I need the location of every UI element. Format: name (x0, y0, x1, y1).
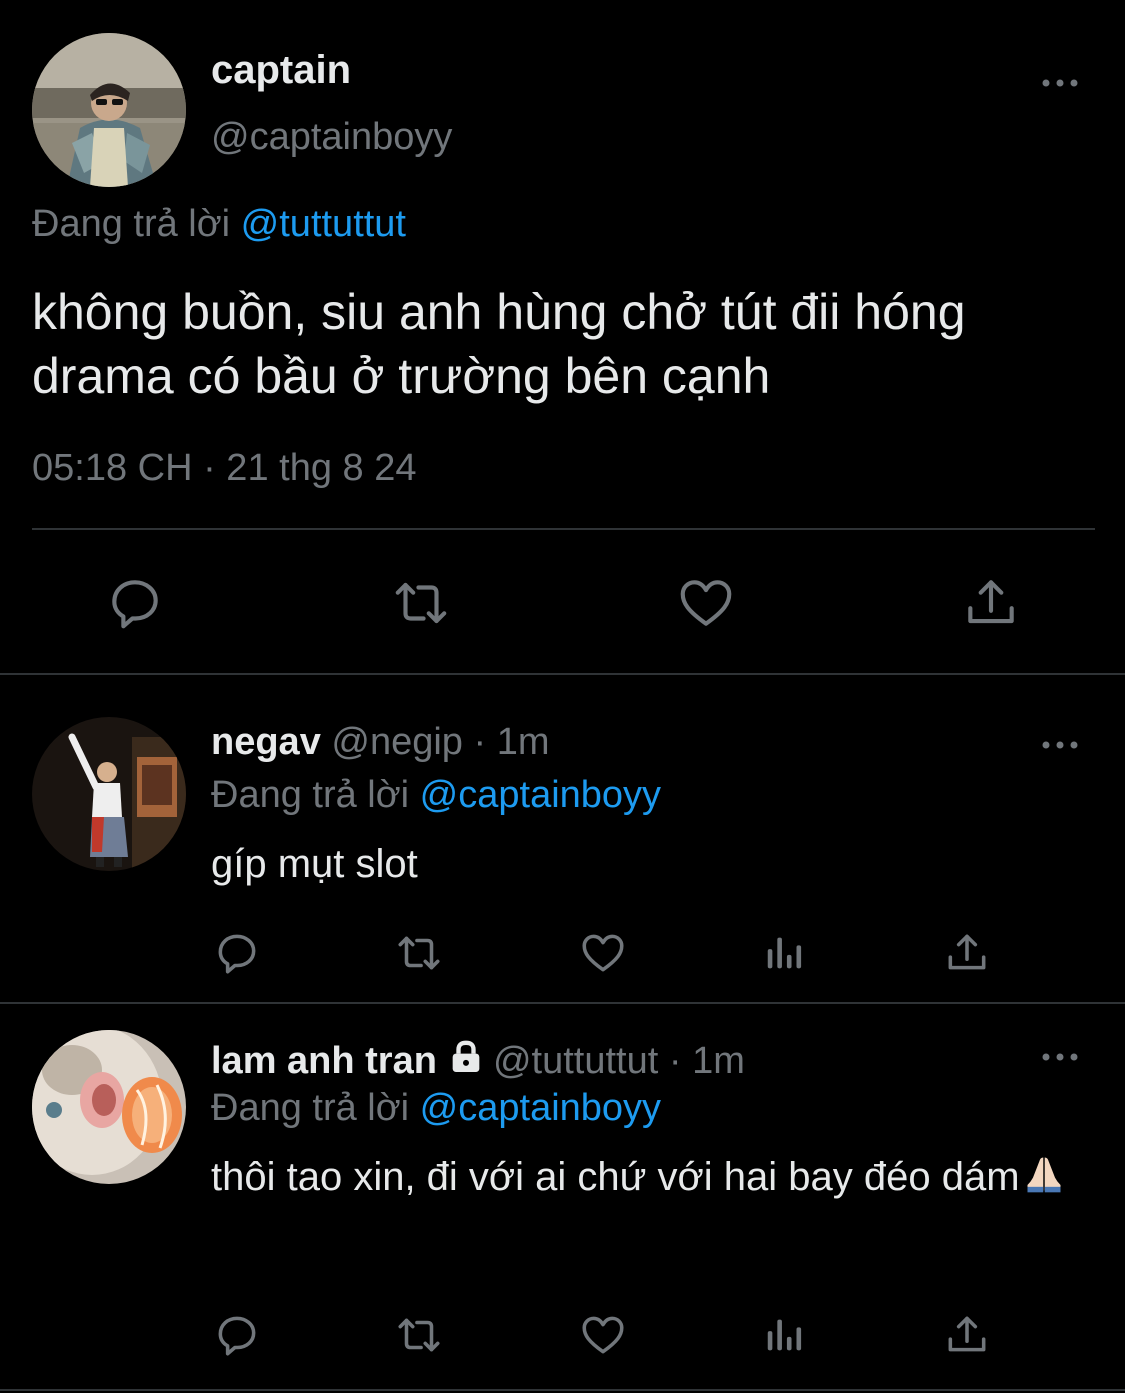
replying-to-link[interactable]: @captainboyy (420, 774, 661, 816)
share-icon[interactable] (942, 928, 992, 978)
reply-time[interactable]: 1m (692, 1040, 745, 1082)
replying-to: Đang trả lời @captainboyy (211, 1087, 661, 1130)
avatar[interactable] (32, 1030, 186, 1184)
retweet-icon[interactable] (392, 928, 446, 978)
reply-header: negav @negip · 1m (211, 721, 550, 764)
lock-icon (445, 1037, 487, 1087)
share-icon[interactable] (960, 572, 1022, 634)
reply-text: thôi tao xin, đi với ai chứ với hai bay … (211, 1155, 1020, 1199)
views-icon[interactable] (762, 928, 808, 978)
avatar[interactable] (32, 717, 186, 871)
reply-text-container: thôi tao xin, đi với ai chứ với hai bay … (211, 1144, 1091, 1216)
divider (32, 528, 1095, 530)
tweet-timestamp[interactable]: 05:18 CH · 21 thg 8 24 (32, 447, 416, 490)
separator-dot: · (668, 1040, 682, 1082)
divider (0, 1389, 1125, 1391)
author-name[interactable]: captain (211, 48, 351, 93)
replying-to: Đang trả lời @tuttuttut (32, 203, 406, 246)
reply-icon[interactable] (212, 1310, 262, 1360)
author-name[interactable]: negav (211, 721, 321, 763)
separator-dot: · (473, 721, 487, 763)
like-icon[interactable] (578, 928, 628, 978)
replying-to-label: Đang trả lời (211, 774, 410, 816)
replying-to-link[interactable]: @tuttuttut (241, 203, 406, 245)
author-handle[interactable]: @captainboyy (211, 116, 452, 159)
like-icon[interactable] (578, 1310, 628, 1360)
avatar[interactable] (32, 33, 186, 187)
more-options-icon[interactable] (1040, 1042, 1080, 1072)
replying-to-link[interactable]: @captainboyy (420, 1087, 661, 1129)
reply-icon[interactable] (212, 928, 262, 978)
main-tweet: captain @captainboyy Đang trả lời @tuttu… (0, 0, 1125, 675)
retweet-icon[interactable] (388, 572, 454, 634)
share-icon[interactable] (942, 1310, 992, 1360)
reply-header: lam anh tran @tuttuttut · 1m (211, 1037, 745, 1087)
like-icon[interactable] (675, 572, 737, 634)
replying-to-label: Đang trả lời (211, 1087, 410, 1129)
tweet-text: không buồn, siu anh hùng chở tút đii hón… (32, 284, 966, 404)
folded-hands-emoji (1022, 1150, 1066, 1216)
reply-icon[interactable] (104, 572, 166, 634)
replying-to: Đang trả lời @captainboyy (211, 774, 661, 817)
reply-tweet[interactable]: negav @negip · 1m Đang trả lời @captainb… (0, 675, 1125, 1003)
retweet-icon[interactable] (392, 1310, 446, 1360)
author-handle[interactable]: @tuttuttut (493, 1040, 658, 1082)
reply-text: gíp mụt slot (211, 842, 418, 886)
more-options-icon[interactable] (1040, 730, 1080, 760)
author-handle[interactable]: @negip (331, 721, 463, 763)
reply-time[interactable]: 1m (497, 721, 550, 763)
author-name[interactable]: lam anh tran (211, 1040, 437, 1082)
replying-to-label: Đang trả lời (32, 203, 231, 245)
views-icon[interactable] (762, 1310, 808, 1360)
more-options-icon[interactable] (1040, 68, 1080, 98)
reply-tweet[interactable]: lam anh tran @tuttuttut · 1m Đang trả lời… (0, 1004, 1125, 1389)
